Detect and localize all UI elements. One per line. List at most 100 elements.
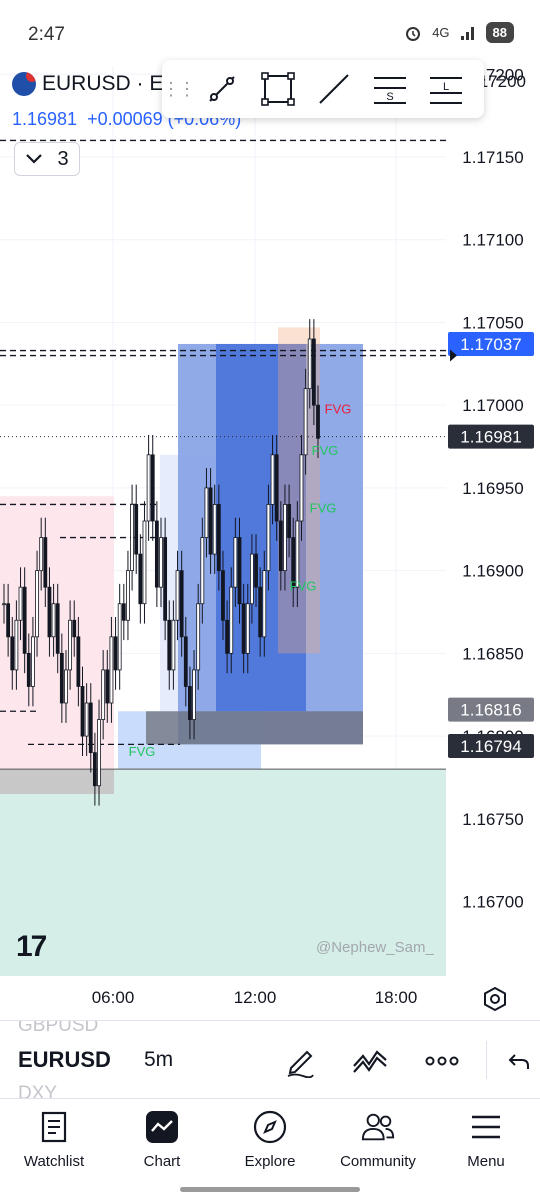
fib-l-letter: L xyxy=(443,81,449,93)
nav-label: Chart xyxy=(143,1153,181,1170)
drawing-toolbar[interactable]: ⋮⋮ S L xyxy=(162,60,484,118)
chart-svg[interactable]: FVGFVGFVGFVGFVG1.172001.171501.171001.17… xyxy=(0,66,540,1020)
candle-body xyxy=(303,388,308,456)
compass-icon xyxy=(252,1109,288,1145)
network-type: 4G xyxy=(432,25,450,40)
nav-menu[interactable]: Menu xyxy=(432,1099,540,1189)
candle-body xyxy=(245,603,250,654)
candle-body xyxy=(188,686,192,720)
candle-body xyxy=(278,520,283,572)
candle-body xyxy=(59,652,64,704)
candle-body xyxy=(287,504,291,538)
candle-body xyxy=(221,570,225,621)
alarm-icon xyxy=(406,26,421,41)
candle-body xyxy=(192,669,196,720)
candle-body xyxy=(241,603,246,654)
fib-l-tool[interactable]: L xyxy=(418,60,474,118)
fvg-label: FVG xyxy=(290,578,317,593)
candle-body xyxy=(43,537,48,588)
more-button[interactable] xyxy=(422,1041,462,1081)
candle-body xyxy=(237,537,242,605)
candle-body xyxy=(163,537,168,621)
nav-watchlist[interactable]: Watchlist xyxy=(0,1099,108,1189)
chart-settings-icon[interactable] xyxy=(482,986,508,1012)
price-tick-label: 1.17150 xyxy=(462,148,523,167)
candle-body xyxy=(200,537,205,605)
nav-explore[interactable]: Explore xyxy=(216,1099,324,1189)
candle-body xyxy=(76,636,81,687)
bottom-navigation: Watchlist Chart Explore Community Menu xyxy=(0,1098,540,1200)
indicators-count: 3 xyxy=(57,147,69,170)
time-tick-label: 06:00 xyxy=(91,988,135,1007)
candle-body xyxy=(92,752,97,787)
strip-divider xyxy=(486,1041,487,1079)
undo-icon xyxy=(508,1054,529,1069)
rectangle-tool[interactable] xyxy=(250,60,306,118)
time-axis[interactable]: 06:00 12:00 18:00 xyxy=(0,976,446,1020)
candle-body xyxy=(80,686,85,737)
fib-s-tool[interactable]: S xyxy=(362,60,418,118)
candle-body xyxy=(146,454,151,522)
trend-line-icon xyxy=(209,76,235,102)
candle-body xyxy=(47,586,52,638)
undo-button[interactable] xyxy=(504,1041,534,1081)
fvg-label: FVG xyxy=(129,744,156,759)
price-badge-label: 1.16816 xyxy=(460,701,521,720)
candle-body xyxy=(208,487,213,555)
candle-body xyxy=(316,404,320,439)
candle-body xyxy=(159,537,163,588)
price-tick-label: 1.17000 xyxy=(462,396,523,415)
candle-body xyxy=(258,586,263,638)
symbol-strip[interactable]: GBPUSD EURUSD 5m DXY xyxy=(0,1020,540,1098)
fib-s-letter: S xyxy=(386,91,393,103)
candle-body xyxy=(274,454,279,522)
candle-body xyxy=(307,338,312,390)
menu-icon xyxy=(468,1109,504,1145)
indicators-collapse-button[interactable]: 3 xyxy=(14,142,80,176)
trend-line-tool[interactable] xyxy=(194,60,250,118)
tradingview-logo: 17 xyxy=(16,930,47,963)
nav-label: Explore xyxy=(244,1153,296,1170)
nav-chart[interactable]: Chart xyxy=(108,1099,216,1189)
candle-body xyxy=(101,669,106,720)
fvg-label: FVG xyxy=(310,501,337,516)
candle-body xyxy=(283,504,287,572)
price-tick-label: 1.17050 xyxy=(462,313,523,332)
price-tick-label: 1.16850 xyxy=(462,644,523,663)
draw-button[interactable] xyxy=(280,1041,320,1081)
candle-body xyxy=(64,669,68,704)
symbol-header[interactable]: EURUSD · E xyxy=(12,72,163,96)
candle-body xyxy=(10,636,15,671)
indicators-button[interactable] xyxy=(350,1041,390,1081)
nav-community[interactable]: Community xyxy=(324,1099,432,1189)
candle-body xyxy=(117,603,122,671)
candle-body xyxy=(204,487,209,538)
symbol-title[interactable]: EURUSD · E xyxy=(42,72,163,96)
gray-box xyxy=(146,711,363,745)
candle-body xyxy=(18,586,23,621)
candle-body xyxy=(134,504,139,555)
next-symbol[interactable]: DXY xyxy=(18,1083,57,1098)
nav-label: Community xyxy=(340,1153,416,1170)
interval-button[interactable]: 5m xyxy=(144,1048,173,1072)
drag-handle-icon[interactable]: ⋮⋮ xyxy=(162,79,196,100)
line-icon xyxy=(319,74,349,104)
candle-body xyxy=(130,504,134,572)
status-icons: 4G 88 xyxy=(404,22,514,43)
prev-symbol[interactable]: GBPUSD xyxy=(18,1021,98,1037)
candle-body xyxy=(262,570,267,638)
current-symbol[interactable]: EURUSD xyxy=(18,1047,111,1073)
chart-area[interactable]: FVG FVG FVG FVG FVG 1.17200 1.17150 1.17100 1.17… xyxy=(0,66,540,1020)
watchlist-icon xyxy=(36,1109,72,1145)
line-tool[interactable] xyxy=(306,60,362,118)
candle-body xyxy=(171,619,176,671)
fvg-label: FVG xyxy=(325,401,352,416)
candle-body xyxy=(270,454,275,505)
candle-body xyxy=(2,603,6,606)
home-indicator xyxy=(180,1187,360,1192)
currency-flag-icon xyxy=(12,72,36,96)
nav-label: Menu xyxy=(467,1153,505,1170)
candle-body xyxy=(51,603,56,638)
battery-level: 88 xyxy=(485,22,514,43)
price-badge-label: 1.17037 xyxy=(460,335,521,354)
